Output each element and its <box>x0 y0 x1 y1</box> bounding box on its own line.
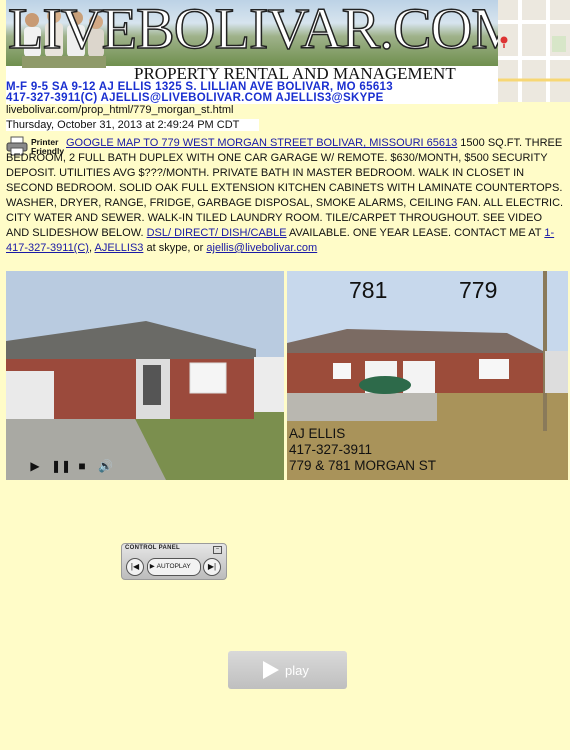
banner-contact-line-2: 417-327-3911(C) AJELLIS@LIVEBOLIVAR.COM … <box>6 92 384 104</box>
unit-779-label: 779 <box>459 277 498 303</box>
previous-icon[interactable]: |◀ <box>126 558 144 576</box>
availability-text: AVAILABLE. ONE YEAR LEASE. CONTACT ME AT <box>286 227 545 239</box>
play-icon[interactable]: ▶ <box>28 459 42 473</box>
site-logo: LIVEBOLIVAR.COM <box>7 0 498 62</box>
photo-caption: AJ ELLIS 417-327-3911 779 & 781 MORGAN S… <box>289 426 437 473</box>
google-map-link[interactable]: GOOGLE MAP TO 779 WEST MORGAN STREET BOL… <box>66 137 457 149</box>
skype-link[interactable]: AJELLIS3 <box>94 242 143 254</box>
site-banner[interactable]: LIVEBOLIVAR.COM PROPERTY RENTAL AND MANA… <box>6 0 498 104</box>
slideshow-control-panel[interactable]: CONTROL PANEL – |◀ ▶ AUTOPLAY ▶| <box>121 543 227 580</box>
house-front-image <box>6 271 284 480</box>
page: LIVEBOLIVAR.COM PROPERTY RENTAL AND MANA… <box>0 0 570 750</box>
unit-781-label: 781 <box>349 277 388 303</box>
next-icon[interactable]: ▶| <box>203 558 221 576</box>
page-datetime: Thursday, October 31, 2013 at 2:49:24 PM… <box>6 119 260 131</box>
page-url: livebolivar.com/prop_html/779_morgan_st.… <box>6 104 234 116</box>
control-panel-title: CONTROL PANEL <box>125 545 181 551</box>
dsl-direct-dish-cable-link[interactable]: DSL/ DIRECT/ DISH/CABLE <box>147 227 287 239</box>
play-label: play <box>285 663 309 678</box>
map-thumbnail[interactable] <box>498 0 570 102</box>
property-video[interactable] <box>6 271 284 480</box>
property-photo: 781 779 AJ ELLIS 417-327-3911 779 & 781 … <box>287 271 568 480</box>
minimize-icon[interactable]: – <box>213 546 222 554</box>
stop-icon[interactable]: ■ <box>75 459 89 473</box>
autoplay-button[interactable]: ▶ AUTOPLAY <box>147 558 201 576</box>
pause-icon[interactable]: ❚❚ <box>51 459 71 473</box>
skype-text: at skype, or <box>143 242 207 254</box>
volume-icon[interactable]: 🔊 <box>98 459 113 473</box>
email-link[interactable]: ajellis@livebolivar.com <box>206 242 317 254</box>
listing-description: GOOGLE MAP TO 779 WEST MORGAN STREET BOL… <box>6 136 566 256</box>
play-triangle-icon <box>263 661 279 679</box>
description-text: 1500 SQ.FT. THREE BEDROOM, 2 FULL BATH D… <box>6 137 564 239</box>
slideshow-play-button[interactable]: play <box>228 651 347 689</box>
autoplay-play-icon: ▶ <box>148 563 157 570</box>
